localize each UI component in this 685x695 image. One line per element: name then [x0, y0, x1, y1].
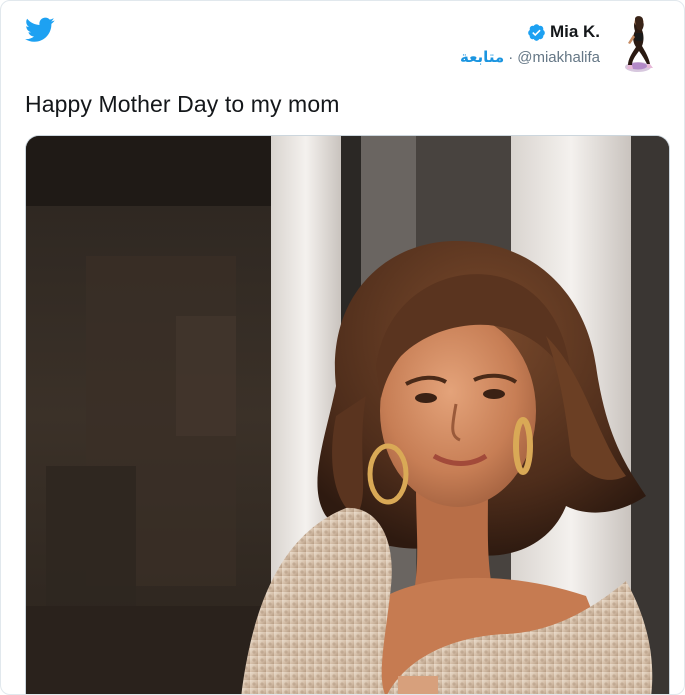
separator-dot: ·: [508, 48, 514, 66]
author-name-row[interactable]: Mia K.: [460, 21, 600, 43]
avatar[interactable]: [614, 13, 660, 75]
photo-illustration: [26, 136, 669, 694]
author-handle[interactable]: @miakhalifa: [517, 49, 600, 66]
tweet-photo[interactable]: [25, 135, 670, 694]
verified-badge-icon: [528, 23, 545, 41]
twitter-bird-icon[interactable]: [25, 17, 55, 43]
tweet-author-info: Mia K. متابعة · @miakhalifa: [460, 21, 600, 67]
tweet-text: Happy Mother Day to my mom: [25, 91, 340, 117]
follow-link[interactable]: متابعة: [460, 48, 504, 66]
tweet-card: Mia K. متابعة · @miakhalifa Happy Mother…: [0, 0, 685, 695]
author-display-name[interactable]: Mia K.: [550, 22, 600, 42]
author-handle-row: متابعة · @miakhalifa: [460, 47, 600, 67]
